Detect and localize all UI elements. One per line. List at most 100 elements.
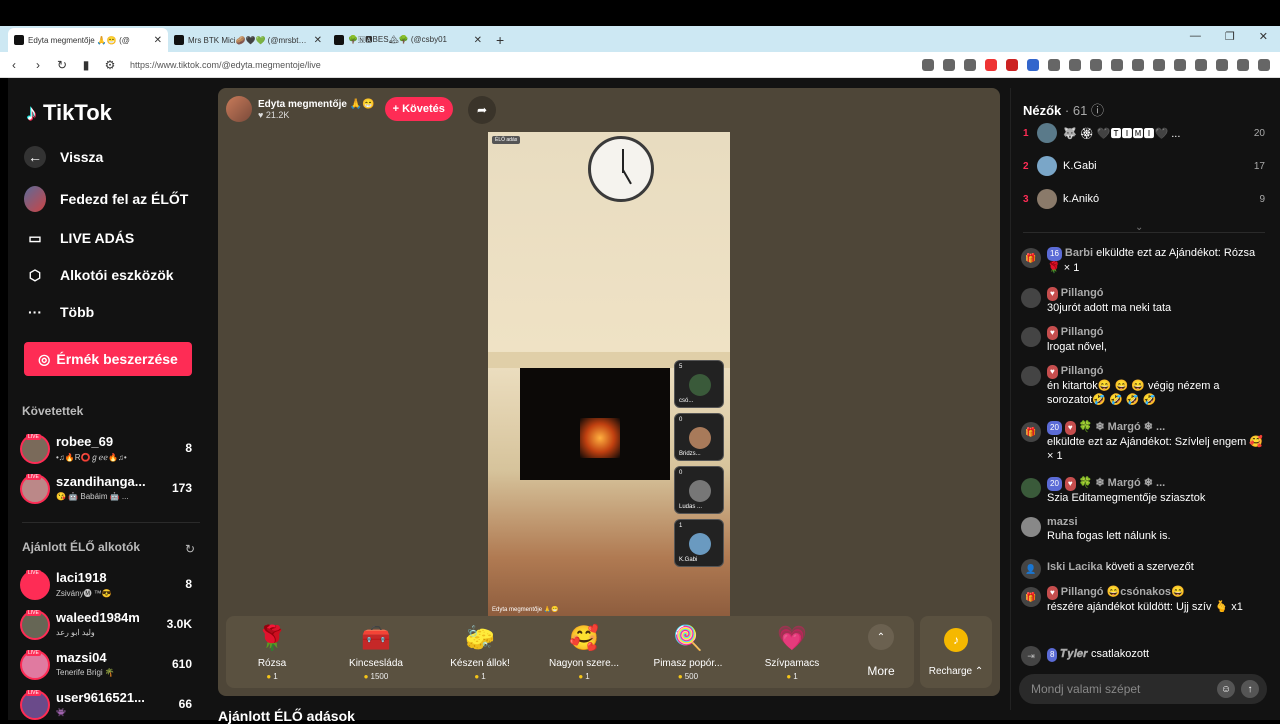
extension-icon[interactable] xyxy=(985,58,997,71)
host-avatar[interactable] xyxy=(226,96,252,122)
extension-icon[interactable] xyxy=(1006,58,1018,71)
gift-item[interactable]: 🍭 Pimasz popór... 500 xyxy=(642,624,734,681)
refresh-icon[interactable]: ↻ xyxy=(185,542,195,556)
tab-mrsbtk[interactable]: Mrs BTK Mici🥔🖤💚 (@mrsbtk) É ✕ xyxy=(168,28,328,52)
site-info-icon[interactable]: ⚙ xyxy=(100,58,120,72)
following-item[interactable]: LIVE robee_69 •♫🔥R⭕ℊℯℯ🔥♫• 8 xyxy=(20,434,200,468)
avatar xyxy=(1021,366,1041,386)
extension-icon[interactable] xyxy=(1237,58,1249,71)
close-tab-icon[interactable]: ✕ xyxy=(474,35,482,46)
url-field[interactable]: https://www.tiktok.com/@edyta.megmentoje… xyxy=(130,60,922,70)
extension-icon[interactable] xyxy=(1174,58,1186,71)
host-info: Edyta megmentője 🙏😁 ♥ 21.2K + Követés xyxy=(226,96,453,122)
join-icon: ⇥ xyxy=(1021,646,1041,666)
recharge-button[interactable]: ♪ Recharge ⌃ xyxy=(920,616,992,688)
avatar xyxy=(1037,123,1057,143)
host-name[interactable]: Edyta megmentője 🙏😁 xyxy=(258,99,375,110)
live-badge: LIVE xyxy=(26,570,41,576)
live-stream-panel: Edyta megmentője 🙏😁 ♥ 21.2K + Követés ➦ … xyxy=(218,88,1000,696)
extension-icon[interactable] xyxy=(1195,58,1207,71)
send-icon[interactable]: ↑ xyxy=(1241,680,1259,698)
tiktok-page: ♪ TikTok ← Vissza Fedezd fel az ÉLŐT ▭ L… xyxy=(8,78,1280,724)
close-tab-icon[interactable]: ✕ xyxy=(314,35,322,46)
love-face-gift-icon: 🥰 xyxy=(569,625,599,652)
forward-nav-icon[interactable]: › xyxy=(28,58,48,72)
extension-icon[interactable] xyxy=(943,58,955,71)
minimize-icon[interactable]: — xyxy=(1190,30,1201,43)
guest-tile[interactable]: 1 K.Gabi xyxy=(674,519,724,567)
extension-icon[interactable] xyxy=(1216,58,1228,71)
maximize-icon[interactable]: ❐ xyxy=(1225,30,1235,43)
following-item[interactable]: LIVE szandihanga... 😘 🤖 Babáim 🤖 ... 173 xyxy=(20,474,200,508)
gift-icon: 🎁 xyxy=(1021,248,1041,268)
address-bar: ‹ › ↻ ▮ ⚙ https://www.tiktok.com/@edyta.… xyxy=(0,52,1280,78)
back-link[interactable]: ← Vissza xyxy=(24,146,103,168)
chat-input[interactable] xyxy=(1031,682,1217,696)
close-window-icon[interactable]: ✕ xyxy=(1259,30,1268,43)
extension-icon[interactable] xyxy=(1090,58,1102,71)
more-gifts-button[interactable]: ⌃ More xyxy=(856,624,906,678)
viewer-row[interactable]: 3 k.Anikó 9 xyxy=(1023,188,1265,210)
back-nav-icon[interactable]: ‹ xyxy=(4,58,24,72)
live-link[interactable]: ▭ LIVE ADÁS xyxy=(24,227,134,249)
menu-icon[interactable] xyxy=(1258,58,1270,71)
new-tab-icon[interactable]: + xyxy=(496,28,504,52)
tiktok-favicon-icon xyxy=(334,35,344,45)
emoji-icon[interactable]: ☺ xyxy=(1217,680,1235,698)
arrow-left-icon: ← xyxy=(24,146,46,168)
avatar xyxy=(1037,189,1057,209)
get-coins-button[interactable]: ◎ Érmék beszerzése xyxy=(24,342,192,376)
gift-item[interactable]: 🌹 Rózsa 1 xyxy=(226,624,318,681)
guest-avatar xyxy=(689,374,711,396)
bookmark-icon[interactable]: ▮ xyxy=(76,58,96,72)
level-badge: 16 xyxy=(1047,247,1062,261)
extension-icon[interactable] xyxy=(1027,58,1039,71)
following-heading: Követettek xyxy=(22,404,84,418)
extension-icon[interactable] xyxy=(1048,58,1060,71)
guest-tile[interactable]: 0 Ludas ... xyxy=(674,466,724,514)
extension-icon[interactable] xyxy=(964,58,976,71)
guest-tile[interactable]: 0 Bridzs... xyxy=(674,413,724,461)
recommended-heading: Ajánlott ÉLŐ alkotók xyxy=(22,540,141,554)
viewer-row[interactable]: 1 🐺 🏵 🖤🆃🅸🅼🅸🖤 ... 20 xyxy=(1023,122,1265,144)
level-badge: 20 xyxy=(1047,421,1062,435)
tab-edyta[interactable]: Edyta megmentője 🙏😁 (@ ✕ xyxy=(8,28,168,52)
gift-item[interactable]: 🧰 Kincsesláda 1500 xyxy=(330,624,422,681)
recommended-item[interactable]: LIVE user9616521... 👾 66 xyxy=(20,690,200,724)
gift-item[interactable]: 🧽 Készen állok! 1 xyxy=(434,624,526,681)
extension-icon[interactable] xyxy=(1132,58,1144,71)
explore-live-link[interactable]: Fedezd fel az ÉLŐT xyxy=(24,186,188,212)
gift-item[interactable]: 💗 Szívpamacs 1 xyxy=(746,624,838,681)
treasure-chest-gift-icon: 🧰 xyxy=(361,625,391,652)
avatar xyxy=(1021,478,1041,498)
recommended-item[interactable]: LIVE waleed1984m وليد ابو رعد 3.0K xyxy=(20,610,200,644)
guest-tile[interactable]: 5 csó... xyxy=(674,360,724,408)
live-badge: LIVE xyxy=(26,690,41,696)
creator-tools-link[interactable]: ⬡ Alkotói eszközök xyxy=(24,264,174,286)
extension-icon[interactable] xyxy=(1153,58,1165,71)
level-badge: 20 xyxy=(1047,477,1062,491)
heart-icon: ♥ xyxy=(258,109,264,120)
sidebar: ♪ TikTok ← Vissza Fedezd fel az ÉLŐT ▭ L… xyxy=(8,78,208,720)
more-link[interactable]: ··· Több xyxy=(24,301,94,323)
extension-icon[interactable] xyxy=(1069,58,1081,71)
extension-icon[interactable] xyxy=(922,58,934,71)
follow-button[interactable]: + Követés xyxy=(384,97,453,121)
gift-icon: 🎁 xyxy=(1021,422,1041,442)
help-icon[interactable]: ⓘ xyxy=(1091,103,1104,118)
recommended-item[interactable]: LIVE laci1918 Zsivány🅜 ™😎 8 xyxy=(20,570,200,604)
viewers-heading: Nézők · 61 ⓘ xyxy=(1023,103,1104,118)
extension-icon[interactable] xyxy=(1111,58,1123,71)
close-tab-icon[interactable]: ✕ xyxy=(154,35,162,46)
explore-avatar-icon xyxy=(24,186,46,212)
share-icon[interactable]: ➦ xyxy=(468,96,496,124)
gift-icon: 🎁 xyxy=(1021,587,1041,607)
tab-csby01[interactable]: 🌳🇳🅰BES🏔🌳 (@csby01 ✕ xyxy=(328,28,488,52)
popcorn-gift-icon: 🍭 xyxy=(673,625,703,652)
reload-icon[interactable]: ↻ xyxy=(52,58,72,72)
recommended-item[interactable]: LIVE mazsi04 Tenerife Brigi 🌴 610 xyxy=(20,650,200,684)
divider xyxy=(1023,232,1265,233)
viewer-row[interactable]: 2 K.Gabi 17 xyxy=(1023,155,1265,177)
tiktok-logo[interactable]: ♪ TikTok xyxy=(26,100,112,126)
gift-item[interactable]: 🥰 Nagyon szere... 1 xyxy=(538,624,630,681)
